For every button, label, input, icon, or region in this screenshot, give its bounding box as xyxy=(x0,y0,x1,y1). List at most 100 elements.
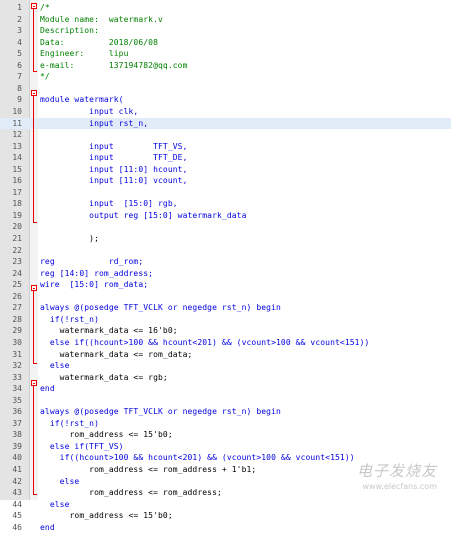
fold-toggle-icon[interactable] xyxy=(31,285,37,291)
line-number: 11 xyxy=(12,118,22,128)
code-line[interactable]: 17 xyxy=(0,187,451,199)
code-line[interactable]: 28 if(!rst_n) xyxy=(0,314,451,326)
line-number: 22 xyxy=(12,245,22,255)
code-text: input TFT_DE, xyxy=(40,153,188,163)
line-number: 31 xyxy=(12,349,22,359)
code-line[interactable]: 12 xyxy=(0,129,451,141)
line-number: 28 xyxy=(12,314,22,324)
fold-guide xyxy=(33,386,34,494)
code-line[interactable]: 30 else if((hcount>100 && hcount<201) &&… xyxy=(0,337,451,349)
code-line[interactable]: 20 xyxy=(0,221,451,233)
code-text: always @(posedge TFT_VCLK or negedge rst… xyxy=(40,407,281,417)
code-text: else xyxy=(40,499,70,509)
code-line[interactable]: 46 end xyxy=(0,522,451,533)
line-number: 17 xyxy=(12,187,22,197)
code-text: reg rd_rom; xyxy=(40,257,144,267)
code-line[interactable]: 23 reg rd_rom; xyxy=(0,256,451,268)
code-text: else xyxy=(40,361,70,371)
code-text: ); xyxy=(40,234,99,243)
fold-guide xyxy=(33,9,34,71)
fold-end-marker xyxy=(33,71,37,72)
code-text: else xyxy=(40,476,80,486)
code-line[interactable]: 18 input [15:0] rgb, xyxy=(0,198,451,210)
fold-end-marker xyxy=(33,222,37,223)
code-line[interactable]: 6 e-mail: 137194782@qq.com xyxy=(0,60,451,72)
line-number: 40 xyxy=(12,453,22,463)
code-line[interactable]: 3 Description: xyxy=(0,25,451,37)
line-number: 14 xyxy=(12,153,22,163)
code-text: reg [14:0] rom_address; xyxy=(40,268,154,278)
code-text: /* xyxy=(40,3,50,12)
code-line[interactable]: 8 xyxy=(0,83,451,95)
code-line[interactable]: 22 xyxy=(0,245,451,257)
code-line[interactable]: 9 module watermark( xyxy=(0,94,451,106)
code-line[interactable]: 10 input clk, xyxy=(0,106,451,118)
line-number: 9 xyxy=(17,95,22,105)
code-line[interactable]: 36 always @(posedge TFT_VCLK or negedge r… xyxy=(0,406,451,418)
code-line[interactable]: 32 else xyxy=(0,360,451,372)
code-text: watermark_data <= rgb; xyxy=(40,372,168,382)
line-number: 13 xyxy=(12,141,22,151)
code-line[interactable]: 33 watermark_data <= rgb; xyxy=(0,372,451,384)
code-line[interactable]: 13 input TFT_VS, xyxy=(0,141,451,153)
code-line[interactable]: 4 Data: 2018/06/08 xyxy=(0,37,451,49)
code-text: input rst_n, xyxy=(40,118,149,128)
code-line[interactable]: 14 input TFT_DE, xyxy=(0,152,451,164)
line-number: 20 xyxy=(12,222,22,232)
code-line[interactable]: 44 else xyxy=(0,499,451,511)
code-line[interactable]: 19 output reg [15:0] watermark_data xyxy=(0,210,451,222)
code-line[interactable]: 29 watermark_data <= 16'b0; xyxy=(0,325,451,337)
code-editor[interactable]: 1 /* 2 Module name: watermark.v 3 Description… xyxy=(0,0,451,532)
code-text: input clk, xyxy=(40,106,139,116)
fold-toggle-icon[interactable] xyxy=(31,3,37,9)
line-number: 30 xyxy=(12,337,22,347)
code-line[interactable]: 7 */ xyxy=(0,71,451,83)
code-line[interactable]: 27 always @(posedge TFT_VCLK or negedge r… xyxy=(0,302,451,314)
code-line[interactable]: 45 rom_address <= 15'b0; xyxy=(0,510,451,522)
code-line[interactable]: 24 reg [14:0] rom_address; xyxy=(0,268,451,280)
fold-toggle-icon[interactable] xyxy=(31,90,37,96)
code-text: output reg [15:0] watermark_data xyxy=(40,210,247,220)
code-line[interactable]: 5 Engineer: lipu xyxy=(0,48,451,60)
code-line[interactable]: 2 Module name: watermark.v xyxy=(0,14,451,26)
code-line[interactable]: 37 if(!rst_n) xyxy=(0,418,451,430)
line-number: 5 xyxy=(17,49,22,59)
code-text: Data: 2018/06/08 xyxy=(40,37,158,47)
line-number: 43 xyxy=(12,488,22,498)
fold-toggle-icon[interactable] xyxy=(31,380,37,386)
fold-end-marker xyxy=(33,494,37,495)
code-line[interactable]: 35 xyxy=(0,395,451,407)
code-line[interactable]: 25 wire [15:0] rom_data; xyxy=(0,279,451,291)
code-text: always @(posedge TFT_VCLK or negedge rst… xyxy=(40,303,281,313)
code-text: Engineer: lipu xyxy=(40,49,129,59)
line-number: 42 xyxy=(12,476,22,486)
line-number: 36 xyxy=(12,407,22,417)
code-line[interactable]: 21 ); xyxy=(0,233,451,245)
code-text: if(!rst_n) xyxy=(40,314,99,324)
code-line[interactable]: 16 input [11:0] vcount, xyxy=(0,175,451,187)
code-line[interactable]: 34 end xyxy=(0,383,451,395)
watermark-logo-text: 电子发烧友 xyxy=(356,462,437,480)
line-number: 25 xyxy=(12,280,22,290)
code-line[interactable]: 31 watermark_data <= rom_data; xyxy=(0,349,451,361)
code-text: end xyxy=(40,522,55,532)
line-number: 35 xyxy=(12,395,22,405)
code-text: module watermark( xyxy=(40,95,124,105)
line-number: 15 xyxy=(12,164,22,174)
line-number: 34 xyxy=(12,384,22,394)
code-line[interactable]: 15 input [11:0] hcount, xyxy=(0,164,451,176)
code-line[interactable]: 39 else if(TFT_VS) xyxy=(0,441,451,453)
code-text: watermark_data <= rom_data; xyxy=(40,349,193,359)
fold-guide xyxy=(33,291,34,363)
line-number: 18 xyxy=(12,199,22,209)
line-number: 37 xyxy=(12,418,22,428)
code-line[interactable]: 11 input rst_n, xyxy=(0,117,451,129)
line-number: 23 xyxy=(12,257,22,267)
line-number: 33 xyxy=(12,372,22,382)
code-text: input [15:0] rgb, xyxy=(40,199,178,209)
fold-guide xyxy=(33,96,34,222)
line-number: 46 xyxy=(12,522,22,532)
code-line[interactable]: 26 xyxy=(0,291,451,303)
code-line[interactable]: 1 /* xyxy=(0,2,451,14)
code-line[interactable]: 38 rom_address <= 15'b0; xyxy=(0,429,451,441)
